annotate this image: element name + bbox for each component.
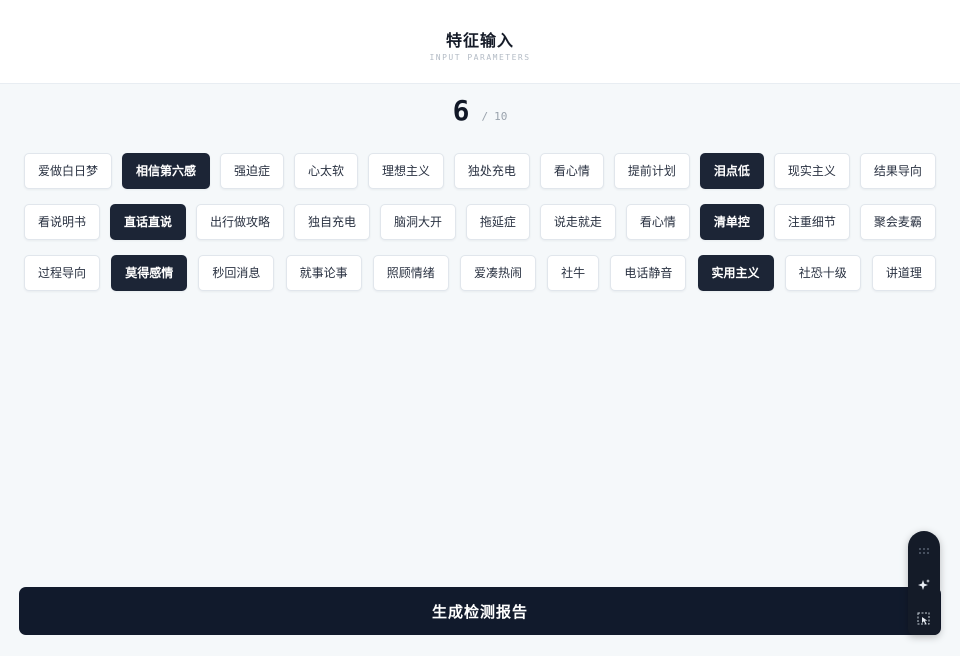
trait-tag[interactable]: 出行做攻略	[195, 204, 284, 240]
select-cursor-icon[interactable]	[908, 607, 940, 631]
trait-tag[interactable]: 强迫症	[219, 153, 284, 189]
page-title: 特征输入	[445, 31, 514, 50]
sparkle-icon[interactable]	[908, 573, 940, 597]
trait-tag[interactable]: 结果导向	[859, 153, 936, 189]
trait-tag[interactable]: 看心情	[539, 153, 604, 189]
floating-toolbar	[908, 531, 940, 635]
trait-tag[interactable]: 心太软	[293, 153, 358, 189]
trait-tag[interactable]: 说走就走	[539, 204, 616, 240]
page-subtitle: INPUT PARAMETERS	[429, 53, 531, 62]
trait-tag[interactable]: 相信第六感	[121, 153, 210, 189]
trait-tag[interactable]: 莫得感情	[111, 255, 188, 291]
max-count: 10	[494, 110, 508, 123]
tag-row: 过程导向 莫得感情 秒回消息 就事论事 照顾情绪 爱凑热闹 社牛 电话静音 实用…	[24, 254, 936, 292]
trait-tag[interactable]: 注重细节	[773, 204, 850, 240]
selected-count: 6	[452, 94, 470, 127]
trait-tag[interactable]: 独自充电	[293, 204, 370, 240]
trait-tag-grid: 爱做白日梦 相信第六感 强迫症 心太软 理想主义 独处充电 看心情 提前计划 泪…	[24, 152, 936, 305]
trait-tag[interactable]: 爱做白日梦	[24, 153, 113, 189]
trait-tag[interactable]: 讲道理	[871, 255, 936, 291]
generate-report-button[interactable]: 生成检测报告	[19, 587, 941, 635]
trait-tag[interactable]: 爱凑热闹	[459, 255, 536, 291]
trait-tag[interactable]: 社牛	[547, 255, 600, 291]
trait-tag[interactable]: 秒回消息	[198, 255, 275, 291]
trait-tag[interactable]: 过程导向	[24, 255, 101, 291]
trait-tag[interactable]: 照顾情绪	[372, 255, 449, 291]
trait-tag[interactable]: 实用主义	[697, 255, 774, 291]
trait-tag[interactable]: 提前计划	[613, 153, 690, 189]
trait-tag[interactable]: 看心情	[625, 204, 690, 240]
grid-dots-icon[interactable]	[908, 541, 940, 565]
tag-row: 爱做白日梦 相信第六感 强迫症 心太软 理想主义 独处充电 看心情 提前计划 泪…	[24, 152, 936, 190]
header: 特征输入 INPUT PARAMETERS	[0, 0, 960, 84]
trait-tag[interactable]: 脑洞大开	[379, 204, 456, 240]
trait-tag[interactable]: 泪点低	[699, 153, 764, 189]
trait-tag[interactable]: 看说明书	[24, 204, 101, 240]
trait-tag[interactable]: 独处充电	[453, 153, 530, 189]
trait-tag[interactable]: 社恐十级	[784, 255, 861, 291]
trait-tag[interactable]: 拖延症	[465, 204, 530, 240]
trait-tag[interactable]: 聚会麦霸	[859, 204, 936, 240]
trait-tag[interactable]: 就事论事	[285, 255, 362, 291]
counter-separator: /	[481, 110, 489, 123]
selection-counter: 6 / 10	[0, 94, 960, 130]
trait-tag[interactable]: 电话静音	[610, 255, 687, 291]
trait-tag[interactable]: 现实主义	[773, 153, 850, 189]
trait-tag[interactable]: 直话直说	[109, 204, 186, 240]
trait-tag[interactable]: 理想主义	[367, 153, 444, 189]
tag-row: 看说明书 直话直说 出行做攻略 独自充电 脑洞大开 拖延症 说走就走 看心情 清…	[24, 203, 936, 241]
trait-tag[interactable]: 清单控	[699, 204, 764, 240]
